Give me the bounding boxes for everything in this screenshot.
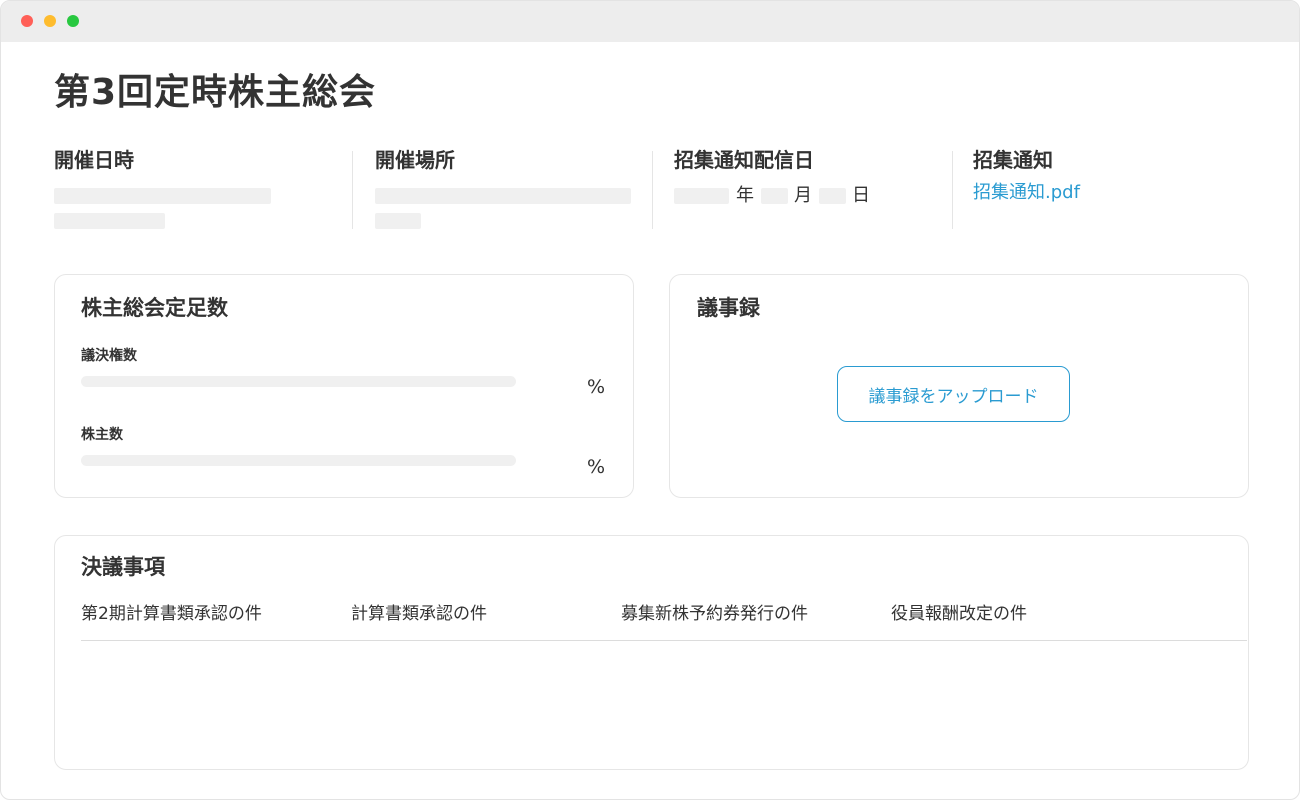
shareholders-label: 株主数 [81, 427, 123, 443]
minimize-window-button[interactable] [44, 15, 56, 27]
quorum-title: 株主総会定足数 [81, 296, 228, 320]
maximize-window-button[interactable] [67, 15, 79, 27]
resolution-item[interactable]: 役員報酬改定の件 [891, 603, 1027, 625]
day-unit: 日 [852, 185, 870, 206]
info-divider [952, 151, 953, 229]
venue-value-placeholder [375, 188, 631, 204]
voting-rights-label: 議決権数 [81, 348, 137, 364]
resolutions-card [54, 535, 1249, 770]
notice-label: 招集通知 [973, 148, 1053, 172]
resolution-item[interactable]: 第2期計算書類承認の件 [81, 603, 262, 625]
venue-label: 開催場所 [375, 148, 455, 172]
year-unit: 年 [736, 185, 754, 206]
notice-year-placeholder [674, 188, 729, 204]
datetime-time-placeholder [54, 213, 165, 229]
resolutions-title: 決議事項 [81, 555, 165, 579]
app-window: 第3回定時株主総会 開催日時 開催場所 招集通知配信日 年 月 日 招集通知 招… [0, 0, 1300, 800]
venue-detail-placeholder [375, 213, 421, 229]
page-title: 第3回定時株主総会 [54, 72, 377, 113]
voting-rights-percent: % [587, 376, 606, 398]
shareholders-percent: % [587, 456, 606, 478]
resolution-item[interactable]: 計算書類承認の件 [351, 603, 487, 625]
upload-minutes-button[interactable]: 議事録をアップロード [837, 366, 1070, 422]
minutes-title: 議事録 [697, 296, 760, 320]
info-divider [652, 151, 653, 229]
notice-day-placeholder [819, 188, 846, 204]
notice-file-link[interactable]: 招集通知.pdf [973, 182, 1080, 204]
resolutions-divider [81, 640, 1247, 641]
month-unit: 月 [794, 185, 812, 206]
shareholders-progress-bar [81, 455, 516, 466]
info-divider [352, 151, 353, 229]
window-titlebar [1, 1, 1299, 42]
notice-month-placeholder [761, 188, 788, 204]
voting-rights-progress-bar [81, 376, 516, 387]
datetime-value-placeholder [54, 188, 271, 204]
close-window-button[interactable] [21, 15, 33, 27]
notice-date-label: 招集通知配信日 [674, 148, 814, 172]
resolution-item[interactable]: 募集新株予約券発行の件 [621, 603, 808, 625]
datetime-label: 開催日時 [54, 148, 134, 172]
